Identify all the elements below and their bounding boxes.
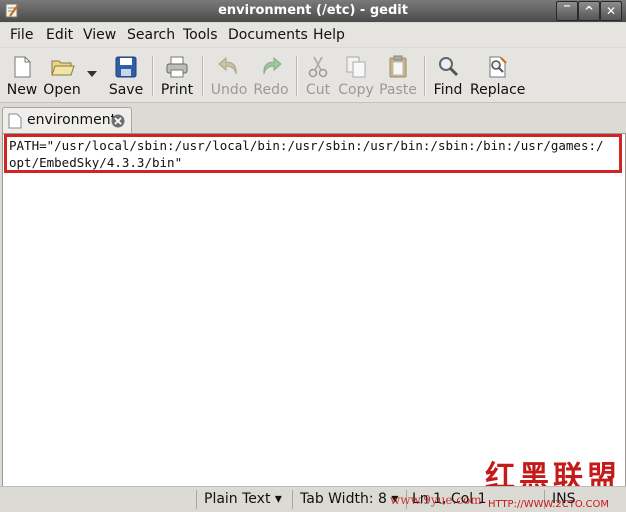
menu-help[interactable]: Help [313,27,345,43]
find-label: Find [433,82,463,98]
scissors-icon [308,56,328,78]
watermark-url: HTTP://WWW.2CTO.COM [488,499,609,510]
text-editor-area[interactable]: PATH="/usr/local/sbin:/usr/local/bin:/us… [2,133,626,495]
close-icon: ✕ [605,4,617,18]
print-label: Print [160,82,194,98]
menu-documents[interactable]: Documents [228,27,308,43]
toolbar: New Open Save Print Undo Redo Cut Copy P… [0,48,626,103]
open-button[interactable]: Open [42,50,82,100]
find-replace-icon [489,56,507,78]
toolbar-separator [202,56,204,96]
paste-clipboard-icon [389,55,407,78]
text-document-icon [8,113,22,129]
redo-arrow-icon [263,56,282,75]
save-button[interactable]: Save [106,50,146,100]
chevron-down-icon: ▾ [274,491,282,507]
replace-button[interactable]: Replace [470,50,526,100]
language-selector[interactable]: Plain Text ▾ [204,491,282,507]
new-label: New [6,82,38,98]
toolbar-separator [424,56,426,96]
watermark-overlay-url: www.9yue.com [390,493,482,507]
undo-button[interactable]: Undo [210,50,248,100]
replace-label: Replace [470,82,526,98]
copy-label: Copy [338,82,374,98]
tab-label: environment [27,112,117,128]
close-tab-icon[interactable] [111,114,125,128]
close-button[interactable]: ✕ [600,1,622,21]
minimize-icon: ‾ [564,4,570,18]
menu-search[interactable]: Search [127,27,175,43]
redo-button[interactable]: Redo [252,50,290,100]
tab-width-label: Tab Width: 8 [300,491,387,507]
title-bar[interactable]: environment (/etc) - gedit ‾ ^ ✕ [0,0,626,22]
chevron-down-icon [87,71,97,77]
menu-file[interactable]: File [10,27,33,43]
menu-edit[interactable]: Edit [46,27,73,43]
open-folder-icon [51,60,75,76]
new-document-icon [14,56,31,78]
editor-line-1[interactable]: PATH="/usr/local/sbin:/usr/local/bin:/us… [9,138,604,153]
cut-label: Cut [305,82,331,98]
open-label: Open [43,82,81,98]
gedit-window: environment (/etc) - gedit ‾ ^ ✕ File Ed… [0,0,626,512]
copy-button[interactable]: Copy [338,50,374,100]
document-tab-bar: environment [0,103,626,134]
copy-icon [346,56,366,78]
magnifier-icon [439,57,459,77]
save-label: Save [108,82,144,98]
menu-bar: File Edit View Search Tools Documents He… [0,23,626,47]
undo-label: Undo [210,82,248,98]
maximize-icon: ^ [583,4,595,18]
printer-icon [166,56,188,78]
editor-line-2[interactable]: opt/EmbedSky/4.3.3/bin" [9,155,182,170]
cut-button[interactable]: Cut [302,50,334,100]
toolbar-separator [152,56,154,96]
redo-label: Redo [253,82,289,98]
tab-environment[interactable]: environment [2,107,132,134]
tab-width-selector[interactable]: Tab Width: 8 ▾ [300,491,398,507]
window-title: environment (/etc) - gedit [218,3,408,18]
status-separator [292,490,293,509]
status-separator [196,490,197,509]
save-disk-icon [115,56,137,78]
status-bar: Plain Text ▾ Tab Width: 8 ▾ Ln 1, Col 1 … [0,486,626,512]
toolbar-separator [296,56,298,96]
language-label: Plain Text [204,491,271,507]
undo-arrow-icon [218,56,237,75]
paste-label: Paste [379,82,417,98]
maximize-button[interactable]: ^ [578,1,600,21]
new-button[interactable]: New [4,50,40,100]
menu-tools[interactable]: Tools [183,27,218,43]
print-button[interactable]: Print [158,50,196,100]
minimize-button[interactable]: ‾ [556,1,578,21]
menu-view[interactable]: View [83,27,116,43]
find-button[interactable]: Find [430,50,466,100]
paste-button[interactable]: Paste [378,50,418,100]
